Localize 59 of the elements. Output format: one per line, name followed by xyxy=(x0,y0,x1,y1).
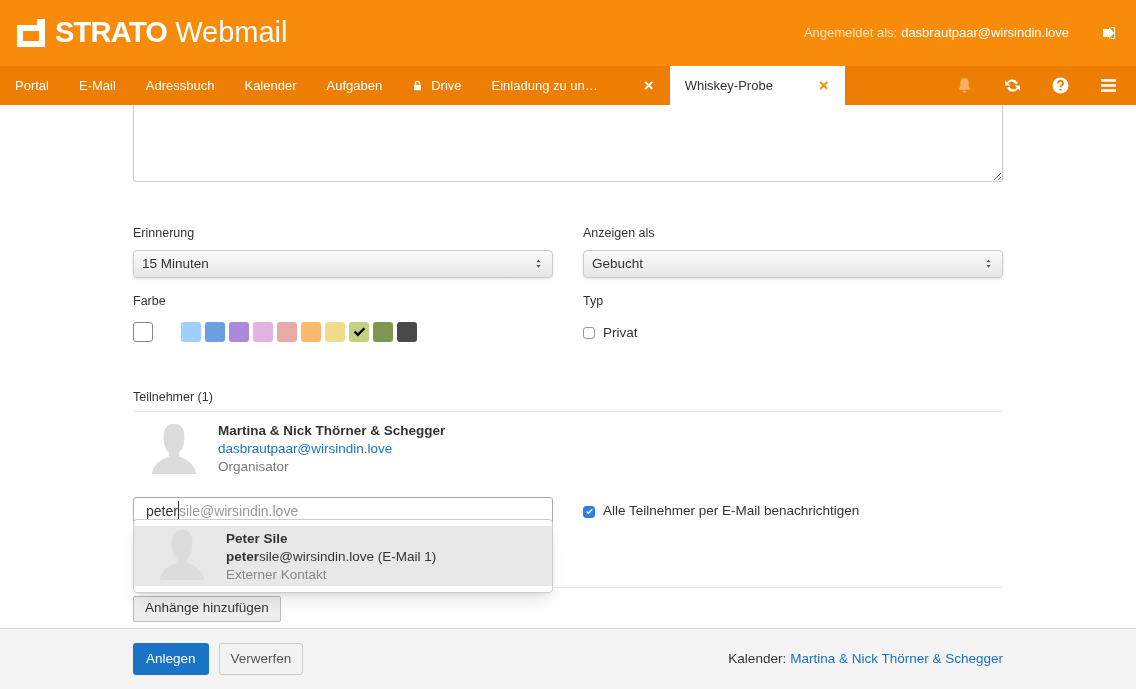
checkbox[interactable] xyxy=(583,326,595,339)
create-button[interactable]: Anlegen xyxy=(133,643,209,675)
logout-icon[interactable] xyxy=(1101,25,1117,41)
field-label: Anzeigen als xyxy=(583,225,656,242)
help-icon[interactable] xyxy=(1051,77,1069,94)
refresh-icon[interactable] xyxy=(1003,77,1021,94)
nav-tab[interactable]: Aufgaben xyxy=(311,66,398,105)
show-as-select[interactable]: Gebucht xyxy=(583,249,1003,278)
lock-icon xyxy=(412,80,424,91)
logo-icon xyxy=(15,17,47,49)
color-swatch[interactable] xyxy=(301,321,321,342)
suggestion-email: petersile@wirsindin.love (E-Mail 1) xyxy=(226,548,437,566)
brand-name: STRATO xyxy=(55,15,168,51)
discard-button[interactable]: Verwerfen xyxy=(218,643,304,675)
login-user: dasbrautpaar@wirsindin.love xyxy=(901,24,1069,43)
brand-product: Webmail xyxy=(175,15,288,51)
suggestion-note: Externer Kontakt xyxy=(226,566,328,584)
color-swatch[interactable] xyxy=(229,321,249,342)
close-button[interactable]: × xyxy=(818,72,829,99)
participant-email-link[interactable]: dasbrautpaar@wirsindin.love xyxy=(218,439,446,458)
autocomplete-hint: sile@wirsindin.love xyxy=(178,502,299,521)
color-swatch[interactable] xyxy=(397,321,417,342)
color-swatch[interactable] xyxy=(277,321,297,342)
close-button[interactable]: × xyxy=(643,72,654,99)
check-icon xyxy=(584,507,594,516)
color-swatch[interactable] xyxy=(205,321,225,342)
section-heading: Teilnehmer (1) xyxy=(133,387,1003,412)
nav-tab[interactable]: Whiskey-Probe × xyxy=(669,66,845,105)
login-label: Angemeldet als: xyxy=(803,24,898,43)
calendar-label: Kalender: xyxy=(728,649,787,668)
nav-tab[interactable]: Drive xyxy=(397,66,477,105)
suggestion-item[interactable]: Peter Sile petersile@wirsindin.love (E-Mail 1) Externer Kontakt xyxy=(134,526,552,586)
color-swatch[interactable] xyxy=(325,321,345,342)
reminder-select[interactable]: 15 Minuten xyxy=(133,249,553,278)
nav-tab[interactable]: Adressbuch xyxy=(130,66,230,105)
menu-icon[interactable] xyxy=(1099,77,1117,94)
field-label: Erinnerung xyxy=(133,225,196,242)
checkbox-label: Alle Teilnehmer per E-Mail benachrichtigen xyxy=(603,502,860,521)
nav-tab[interactable]: Einladung zu un… × xyxy=(476,66,670,105)
bell-icon[interactable] xyxy=(955,77,973,94)
add-attachments-button[interactable]: Anhänge hinzufügen xyxy=(133,595,281,622)
nav-tab[interactable]: Kalender xyxy=(229,66,312,105)
suggestion-name: Peter Sile xyxy=(226,530,289,548)
color-swatch[interactable] xyxy=(181,321,201,342)
nav-tab[interactable]: E-Mail xyxy=(63,66,131,105)
participant-role: Organisator xyxy=(218,457,290,476)
check-icon xyxy=(352,325,366,338)
checkbox[interactable] xyxy=(583,505,595,518)
checkbox-label: Privat xyxy=(603,323,638,342)
participant-name: Martina & Nick Thörner & Schegger xyxy=(218,421,446,440)
nav-tab[interactable]: Portal xyxy=(0,66,64,105)
color-swatch[interactable] xyxy=(373,321,393,342)
field-label: Typ xyxy=(583,292,605,310)
color-swatch[interactable] xyxy=(349,321,369,342)
no-color-swatch[interactable] xyxy=(133,321,153,342)
calendar-link[interactable]: Martina & Nick Thörner & Schegger xyxy=(790,648,1003,670)
description-field[interactable] xyxy=(133,105,1003,182)
field-label: Farbe xyxy=(133,292,167,310)
color-swatch[interactable] xyxy=(253,321,273,342)
